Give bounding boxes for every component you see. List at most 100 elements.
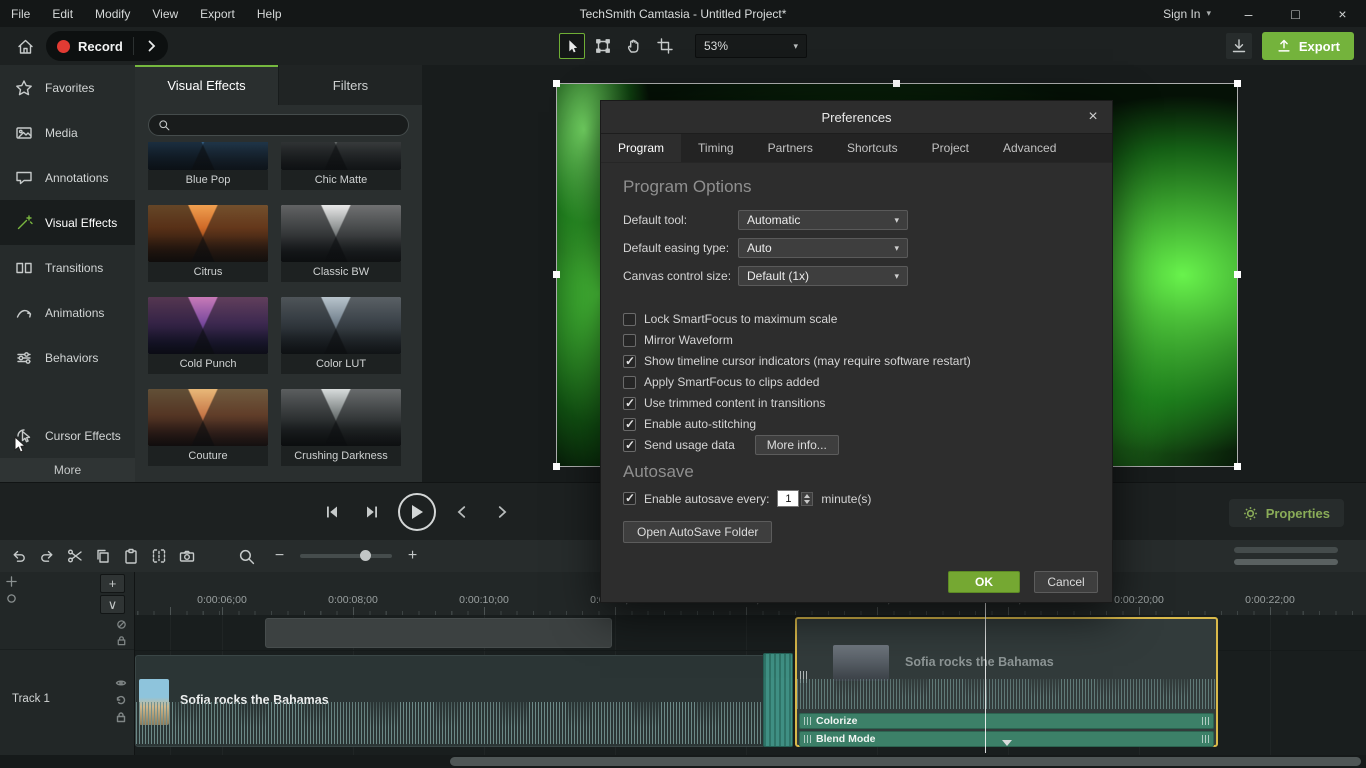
dialog-close-button[interactable]: × bbox=[1082, 106, 1104, 128]
effects-scroll-area[interactable]: Blue Pop Chic Matte Citrus Classic BW Co… bbox=[135, 142, 422, 482]
effect-card-citrus[interactable]: Citrus bbox=[148, 205, 268, 282]
resize-handle-top[interactable] bbox=[893, 80, 900, 87]
transition-segment[interactable] bbox=[763, 653, 793, 747]
sidebar-item-animations[interactable]: Animations bbox=[0, 290, 135, 335]
sidebar-more-button[interactable]: More bbox=[0, 458, 135, 482]
scrollbar-thumb[interactable] bbox=[450, 757, 1361, 766]
copy-button[interactable] bbox=[90, 544, 115, 569]
minimize-button[interactable]: – bbox=[1225, 0, 1272, 27]
tab-shortcuts[interactable]: Shortcuts bbox=[830, 134, 915, 162]
sign-in-menu[interactable]: Sign In ▾ bbox=[1149, 0, 1225, 27]
checkbox-enable-autosave[interactable] bbox=[623, 492, 636, 505]
effect-grip[interactable] bbox=[1202, 735, 1209, 743]
previous-frame-button[interactable] bbox=[318, 498, 346, 526]
cancel-button[interactable]: Cancel bbox=[1034, 571, 1098, 593]
effect-card-chic-matte[interactable]: Chic Matte bbox=[281, 142, 401, 190]
spinner-down-icon[interactable] bbox=[804, 500, 810, 504]
spinner-up-icon[interactable] bbox=[804, 494, 810, 498]
default-easing-select[interactable]: Auto ▾ bbox=[738, 238, 908, 258]
upper-track-clip[interactable] bbox=[265, 618, 612, 648]
step-forward-button[interactable] bbox=[358, 498, 386, 526]
checkbox-lock-smartfocus[interactable] bbox=[623, 313, 636, 326]
checkbox-timeline-cursor-indicators[interactable] bbox=[623, 355, 636, 368]
tab-advanced[interactable]: Advanced bbox=[986, 134, 1073, 162]
media-clip[interactable]: Sofia rocks the Bahamas bbox=[135, 655, 765, 747]
menu-edit[interactable]: Edit bbox=[41, 0, 84, 27]
timeline-zoom-slider[interactable] bbox=[300, 554, 392, 558]
effect-card-couture[interactable]: Couture bbox=[148, 389, 268, 466]
autosave-spinner[interactable] bbox=[801, 492, 813, 506]
autosave-minutes-input[interactable] bbox=[777, 490, 799, 507]
undo-button[interactable] bbox=[6, 544, 31, 569]
effect-row-colorize[interactable]: Colorize bbox=[799, 713, 1214, 729]
open-autosave-folder-button[interactable]: Open AutoSave Folder bbox=[623, 521, 772, 543]
tab-partners[interactable]: Partners bbox=[751, 134, 830, 162]
search-box[interactable] bbox=[148, 114, 409, 136]
resize-handle-right[interactable] bbox=[1234, 271, 1241, 278]
maximize-button[interactable]: □ bbox=[1272, 0, 1319, 27]
selected-media-clip[interactable]: Sofia rocks the Bahamas Colorize Blend M… bbox=[795, 617, 1218, 747]
sidebar-item-annotations[interactable]: Annotations bbox=[0, 155, 135, 200]
disable-track-icon[interactable] bbox=[116, 619, 127, 630]
cut-button[interactable] bbox=[62, 544, 87, 569]
ok-button[interactable]: OK bbox=[948, 571, 1020, 593]
resize-handle-bottom-right[interactable] bbox=[1234, 463, 1241, 470]
timeline-zoom-button[interactable] bbox=[234, 544, 259, 569]
effect-grip[interactable] bbox=[804, 717, 811, 725]
effect-card-blue-pop[interactable]: Blue Pop bbox=[148, 142, 268, 190]
menu-help[interactable]: Help bbox=[246, 0, 293, 27]
sidebar-item-behaviors[interactable]: Behaviors bbox=[0, 335, 135, 380]
canvas-zoom-select[interactable]: 53% ▾ bbox=[695, 34, 807, 58]
zoom-slider-knob[interactable] bbox=[360, 550, 371, 561]
sidebar-item-media[interactable]: Media bbox=[0, 110, 135, 155]
crop-tool-button[interactable] bbox=[652, 33, 678, 59]
menu-modify[interactable]: Modify bbox=[84, 0, 141, 27]
eye-icon[interactable] bbox=[115, 677, 127, 689]
resize-handle-left[interactable] bbox=[553, 271, 560, 278]
add-track-button[interactable]: + bbox=[100, 574, 125, 593]
tab-filters[interactable]: Filters bbox=[278, 65, 422, 105]
tab-project[interactable]: Project bbox=[915, 134, 986, 162]
zoom-out-button[interactable]: − bbox=[267, 544, 292, 569]
pan-tool-button[interactable] bbox=[621, 33, 647, 59]
checkbox-apply-smartfocus[interactable] bbox=[623, 376, 636, 389]
effect-card-color-lut[interactable]: Color LUT bbox=[281, 297, 401, 374]
checkbox-auto-stitching[interactable] bbox=[623, 418, 636, 431]
menu-file[interactable]: File bbox=[0, 0, 41, 27]
effect-card-classic-bw[interactable]: Classic BW bbox=[281, 205, 401, 282]
checkbox-trimmed-content[interactable] bbox=[623, 397, 636, 410]
play-button[interactable] bbox=[398, 493, 436, 531]
track-lanes[interactable]: Sofia rocks the Bahamas Sofia rocks the … bbox=[135, 615, 1366, 755]
select-tool-button[interactable] bbox=[559, 33, 585, 59]
next-clip-button[interactable] bbox=[488, 498, 516, 526]
lock-icon[interactable] bbox=[115, 711, 127, 723]
properties-button[interactable]: Properties bbox=[1229, 499, 1344, 527]
record-chevron-button[interactable] bbox=[142, 40, 162, 52]
loop-icon[interactable] bbox=[115, 694, 127, 706]
tab-visual-effects[interactable]: Visual Effects bbox=[135, 65, 278, 105]
effect-card-crushing-darkness[interactable]: Crushing Darkness bbox=[281, 389, 401, 466]
preferences-title-bar[interactable]: Preferences × bbox=[601, 101, 1112, 133]
menu-view[interactable]: View bbox=[141, 0, 189, 27]
more-info-button[interactable]: More info... bbox=[755, 435, 839, 455]
split-button[interactable] bbox=[146, 544, 171, 569]
redo-button[interactable] bbox=[34, 544, 59, 569]
canvas-control-size-select[interactable]: Default (1x) ▾ bbox=[738, 266, 908, 286]
export-button[interactable]: Export bbox=[1262, 32, 1354, 60]
collapse-effects-arrow[interactable] bbox=[1002, 740, 1012, 746]
close-button[interactable]: × bbox=[1319, 0, 1366, 27]
effect-grip[interactable] bbox=[1202, 717, 1209, 725]
sidebar-item-visual-effects[interactable]: Visual Effects bbox=[0, 200, 135, 245]
effect-grip[interactable] bbox=[804, 735, 811, 743]
tab-program[interactable]: Program bbox=[601, 134, 681, 162]
checkbox-mirror-waveform[interactable] bbox=[623, 334, 636, 347]
previous-clip-button[interactable] bbox=[448, 498, 476, 526]
transform-tool-button[interactable] bbox=[590, 33, 616, 59]
timeline-mini-scrollbar-bottom[interactable] bbox=[1234, 559, 1338, 565]
timeline-horizontal-scrollbar[interactable] bbox=[0, 755, 1366, 768]
checkbox-send-usage-data[interactable] bbox=[623, 439, 636, 452]
tab-timing[interactable]: Timing bbox=[681, 134, 751, 162]
collapse-tracks-button[interactable]: ∨ bbox=[100, 595, 125, 614]
resize-handle-bottom-left[interactable] bbox=[553, 463, 560, 470]
sidebar-item-transitions[interactable]: Transitions bbox=[0, 245, 135, 290]
